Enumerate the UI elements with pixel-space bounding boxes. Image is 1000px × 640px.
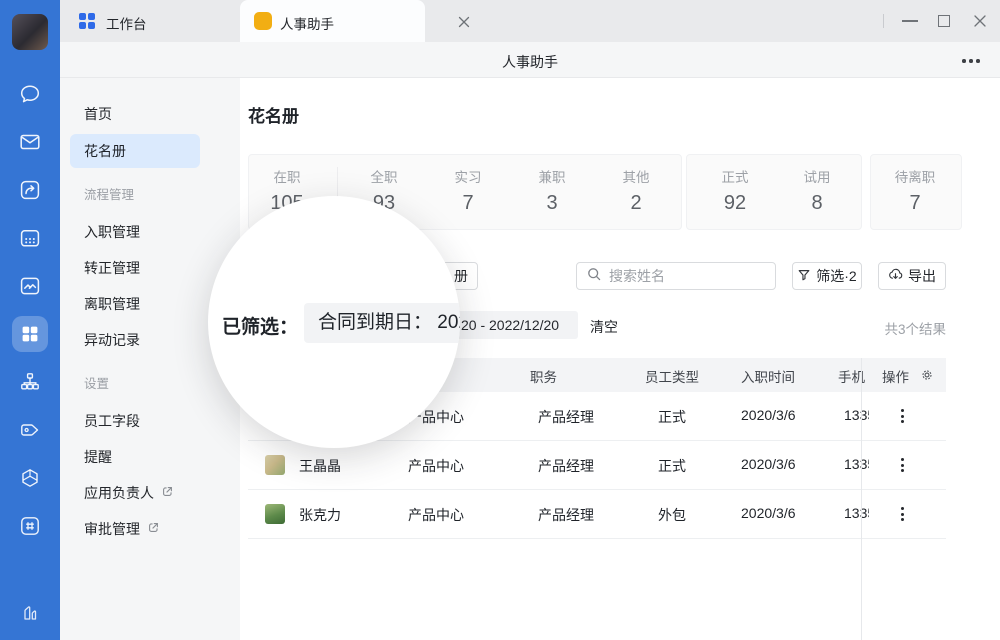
sidebar-item-transfer-records[interactable]: 异动记录 bbox=[84, 330, 140, 350]
stat-other: 其他2 bbox=[601, 155, 671, 216]
app-header-title: 人事助手 bbox=[60, 52, 1000, 72]
cell-title: 产品经理 bbox=[538, 505, 594, 525]
maximize-button[interactable] bbox=[938, 15, 950, 27]
result-count: 共3个结果 bbox=[826, 318, 946, 338]
cell-hire: 2020/3/6 bbox=[741, 456, 796, 472]
search-box bbox=[576, 262, 776, 290]
workbench-grid-icon[interactable] bbox=[18, 322, 42, 346]
cell-type: 正式 bbox=[658, 456, 686, 476]
row-actions-kebab-icon[interactable] bbox=[898, 406, 907, 426]
col-hire-date: 入职时间 bbox=[741, 366, 795, 386]
col-action: 操作 bbox=[882, 366, 909, 386]
tab-close-icon[interactable] bbox=[458, 15, 470, 33]
library-icon[interactable] bbox=[18, 598, 42, 622]
cell-hire: 2020/3/6 bbox=[741, 505, 796, 521]
cell-title: 产品经理 bbox=[538, 456, 594, 476]
sidebar-item-approval-management[interactable]: 审批管理 bbox=[84, 519, 160, 539]
workbench-tab-icon bbox=[78, 12, 96, 35]
magnified-filter-pill: 合同到期日： 202 bbox=[304, 303, 460, 343]
tab-hr-label: 人事助手 bbox=[280, 13, 334, 33]
cube-icon[interactable] bbox=[18, 466, 42, 490]
stat-card-leaving: 待离职7 bbox=[870, 154, 962, 230]
docs-icon[interactable] bbox=[18, 178, 42, 202]
left-rail bbox=[0, 0, 60, 640]
table-row[interactable]: 张克力 产品中心 产品经理 外包 2020/3/6 1335 bbox=[248, 490, 946, 539]
sidebar-item-app-owner[interactable]: 应用负责人 bbox=[84, 483, 174, 503]
stat-regular: 正式92 bbox=[700, 155, 770, 216]
sidebar-item-home[interactable]: 首页 bbox=[84, 104, 112, 124]
tab-bar: 工作台 人事助手 bbox=[60, 0, 1000, 42]
minimize-button[interactable] bbox=[902, 20, 918, 22]
stat-intern: 实习7 bbox=[433, 155, 503, 216]
mail-icon[interactable] bbox=[18, 130, 42, 154]
magnifier-bubble: 已筛选： 合同到期日： 202 bbox=[208, 196, 460, 448]
stat-card-status: 正式92 试用8 bbox=[686, 154, 862, 230]
hr-app-icon bbox=[254, 12, 272, 30]
filter-button[interactable]: 筛选·2 bbox=[792, 262, 862, 290]
employee-avatar bbox=[265, 455, 285, 475]
more-menu-button[interactable] bbox=[962, 59, 980, 63]
app-header: 人事助手 bbox=[60, 42, 1000, 78]
clear-filter-link[interactable]: 清空 bbox=[590, 317, 618, 337]
sidebar-section-settings: 设置 bbox=[84, 375, 109, 393]
cell-phone: 1335 bbox=[844, 505, 869, 521]
stat-pending-leave: 待离职7 bbox=[880, 155, 950, 216]
cell-dept: 产品中心 bbox=[408, 505, 464, 525]
cell-hire: 2020/3/6 bbox=[741, 407, 796, 423]
employee-avatar bbox=[265, 504, 285, 524]
search-icon bbox=[587, 267, 601, 286]
funnel-icon bbox=[797, 268, 811, 285]
tab-workbench[interactable]: 工作台 bbox=[60, 0, 240, 42]
column-settings-gear-icon[interactable] bbox=[920, 368, 934, 387]
table-row[interactable]: 王晶晶 产品中心 产品经理 正式 2020/3/6 1335 bbox=[248, 441, 946, 490]
window-close-button[interactable] bbox=[973, 14, 987, 33]
tab-hr-assistant[interactable]: 人事助手 bbox=[240, 0, 425, 42]
cell-title: 产品经理 bbox=[538, 407, 594, 427]
cell-name: 王晶晶 bbox=[299, 456, 341, 476]
external-link-icon bbox=[161, 483, 174, 503]
cell-dept: 产品中心 bbox=[408, 456, 464, 476]
cell-phone: 1335 bbox=[844, 456, 869, 472]
sidebar-item-onboarding[interactable]: 入职管理 bbox=[84, 222, 140, 242]
sidebar-item-employee-fields[interactable]: 员工字段 bbox=[84, 411, 140, 431]
sidebar-item-resignation[interactable]: 离职管理 bbox=[84, 294, 140, 314]
sidebar-item-roster[interactable]: 花名册 bbox=[70, 134, 200, 168]
tag-icon[interactable] bbox=[18, 418, 42, 442]
cell-type: 正式 bbox=[658, 407, 686, 427]
page-title: 花名册 bbox=[248, 102, 299, 127]
user-avatar[interactable] bbox=[12, 14, 48, 50]
col-type: 员工类型 bbox=[645, 366, 699, 386]
tab-workbench-label: 工作台 bbox=[106, 13, 147, 33]
cloud-download-icon bbox=[888, 267, 903, 285]
calendar-icon[interactable] bbox=[18, 226, 42, 250]
sidebar-section-process: 流程管理 bbox=[84, 186, 134, 204]
cell-type: 外包 bbox=[658, 505, 686, 525]
col-title: 职务 bbox=[530, 366, 557, 386]
stat-probation: 试用8 bbox=[782, 155, 852, 216]
sidebar-item-regularization[interactable]: 转正管理 bbox=[84, 258, 140, 278]
external-link-icon bbox=[147, 519, 160, 539]
search-input[interactable] bbox=[607, 267, 792, 285]
app-window: 工作台 人事助手 人事助手 首页 花名册 流程管理 入职管理 转正管理 离职管理… bbox=[0, 0, 1000, 640]
chat-icon[interactable] bbox=[18, 82, 42, 106]
magnified-filter-label: 已筛选： bbox=[222, 312, 298, 339]
stat-part-time: 兼职3 bbox=[517, 155, 587, 216]
filter-date-range-pill: 20 - 2022/12/20 bbox=[448, 311, 578, 339]
export-button[interactable]: 导出 bbox=[878, 262, 946, 290]
org-icon[interactable] bbox=[18, 370, 42, 394]
fixed-column-divider bbox=[861, 358, 862, 640]
cell-name: 张克力 bbox=[299, 505, 341, 525]
row-actions-kebab-icon[interactable] bbox=[898, 455, 907, 475]
cell-phone: 1335 bbox=[844, 407, 869, 423]
photos-icon[interactable] bbox=[18, 274, 42, 298]
row-actions-kebab-icon[interactable] bbox=[898, 504, 907, 524]
sidebar-item-reminders[interactable]: 提醒 bbox=[84, 447, 112, 467]
controls-divider bbox=[883, 14, 884, 28]
hash-icon[interactable] bbox=[18, 514, 42, 538]
